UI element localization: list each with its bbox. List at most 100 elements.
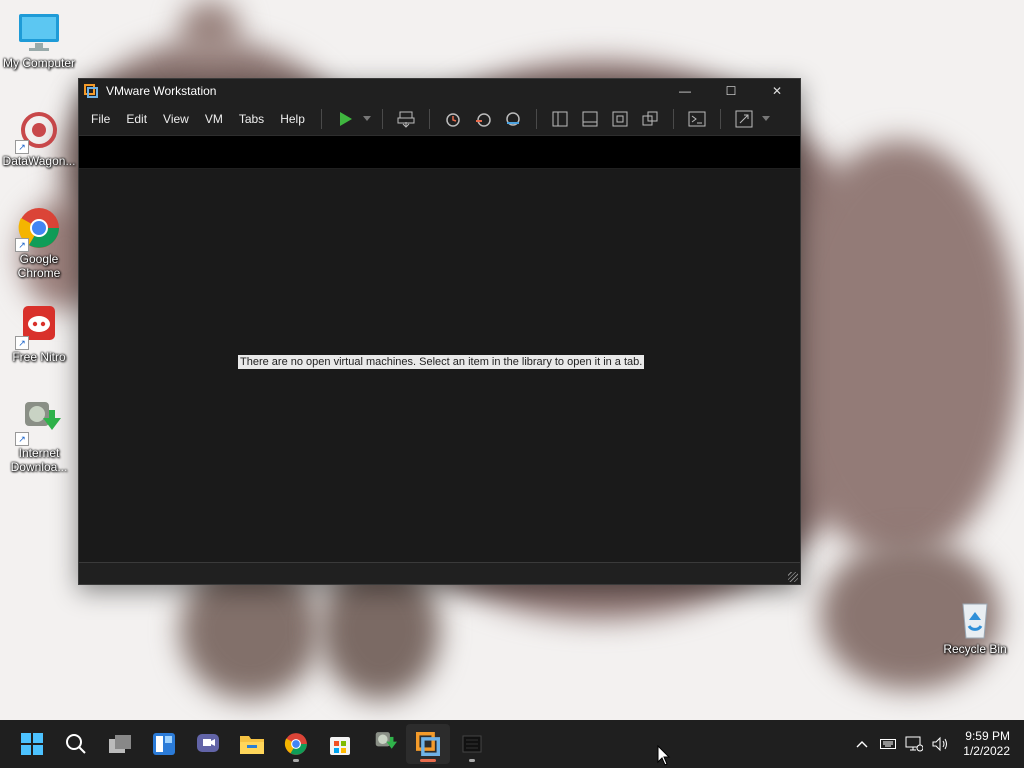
network-icon [905, 736, 924, 752]
recycle-bin-icon [953, 596, 997, 640]
unity-icon [642, 111, 658, 126]
running-indicator [469, 759, 475, 762]
task-view-icon [109, 735, 131, 753]
window-titlebar[interactable]: VMware Workstation — ☐ ✕ [79, 79, 800, 103]
blank-app-taskbar-button[interactable] [450, 724, 494, 764]
send-ctrl-alt-del-button[interactable] [391, 106, 421, 132]
chrome-icon [284, 733, 307, 755]
active-indicator [420, 759, 436, 762]
empty-state-message: There are no open virtual machines. Sele… [238, 355, 645, 369]
clock-date: 1/2/2022 [963, 744, 1010, 758]
file-explorer-button[interactable] [230, 724, 274, 764]
close-button[interactable]: ✕ [754, 79, 800, 103]
power-on-button[interactable] [330, 106, 360, 132]
show-library-button[interactable] [545, 106, 575, 132]
menu-help[interactable]: Help [272, 103, 313, 135]
widgets-button[interactable] [142, 724, 186, 764]
desktop-icon-recycle-bin[interactable]: Recycle Bin [937, 596, 1013, 656]
desktop-icon-label: DataWagon... [2, 154, 76, 168]
resize-grip-icon[interactable] [788, 572, 798, 582]
menu-edit[interactable]: Edit [118, 103, 155, 135]
network-button[interactable] [901, 736, 927, 752]
desktop-icon-internet-download-manager[interactable]: ↗ Internet Downloa... [1, 400, 77, 474]
snapshot-clock-icon [446, 113, 460, 127]
task-view-button[interactable] [98, 724, 142, 764]
vmware-icon [416, 732, 440, 756]
chrome-icon: ↗ [15, 206, 61, 252]
app-window-icon [462, 735, 482, 753]
store-icon [330, 737, 350, 755]
minimize-button[interactable]: — [662, 79, 708, 103]
widgets-icon [153, 733, 175, 755]
take-snapshot-button[interactable] [438, 106, 468, 132]
revert-snapshot-icon [475, 113, 491, 127]
toolbar-separator [719, 109, 721, 129]
chevron-down-icon [761, 116, 770, 121]
keyboard-icon [880, 739, 897, 749]
play-icon [339, 112, 352, 126]
unity-button[interactable] [635, 106, 665, 132]
monitor-icon [17, 10, 61, 54]
shortcut-arrow-icon: ↗ [15, 336, 29, 350]
menu-file[interactable]: File [79, 103, 118, 135]
teams-chat-button[interactable] [186, 724, 230, 764]
show-thumbnail-bar-button[interactable] [575, 106, 605, 132]
keyboard-button[interactable] [875, 738, 901, 750]
maximize-button[interactable]: ☐ [708, 79, 754, 103]
internet-download-manager-icon: ↗ [15, 400, 61, 446]
system-tray: 9:59 PM 1/2/2022 [849, 720, 1024, 768]
desktop-icon-label: Free Nitro [12, 350, 66, 364]
taskbar: 9:59 PM 1/2/2022 [0, 720, 1024, 768]
folder-icon [240, 736, 264, 754]
menu-view[interactable]: View [155, 103, 197, 135]
thumbnail-bar-icon [582, 111, 598, 127]
stretch-guest-button[interactable] [729, 106, 759, 132]
shortcut-arrow-icon: ↗ [15, 140, 29, 154]
volume-button[interactable] [927, 736, 953, 752]
console-view-button[interactable] [682, 106, 712, 132]
taskbar-search-button[interactable] [54, 724, 98, 764]
chrome-taskbar-button[interactable] [274, 724, 318, 764]
status-bar [79, 562, 800, 584]
vmware-icon [84, 84, 98, 98]
revert-snapshot-button[interactable] [468, 106, 498, 132]
discord-icon: ↗ [15, 304, 61, 350]
shortcut-arrow-icon: ↗ [15, 432, 29, 446]
desktop-icon-datawagon[interactable]: ↗ DataWagon... [1, 108, 77, 168]
desktop-icon-label: Google Chrome [17, 252, 61, 280]
search-icon [66, 734, 86, 754]
vmware-workstation-window: VMware Workstation — ☐ ✕ File Edit View … [78, 78, 801, 585]
menu-tabs[interactable]: Tabs [231, 103, 272, 135]
desktop-icon-label: My Computer [2, 56, 76, 70]
chevron-up-icon [856, 741, 868, 748]
vmware-workstation-taskbar-button[interactable] [406, 724, 450, 764]
toolbar-separator [672, 109, 674, 129]
snapshot-manager-button[interactable] [498, 106, 528, 132]
toolbar-separator [428, 109, 430, 129]
toolbar-separator [535, 109, 537, 129]
send-keys-icon [397, 111, 415, 128]
toolbar-separator [381, 109, 383, 129]
window-title: VMware Workstation [106, 84, 217, 98]
full-screen-icon [612, 111, 628, 127]
power-dropdown-button[interactable] [360, 106, 374, 132]
desktop-icon-my-computer[interactable]: My Computer [1, 10, 77, 70]
show-hidden-icons-button[interactable] [849, 740, 875, 748]
desktop-icon-google-chrome[interactable]: ↗ Google Chrome [1, 206, 77, 280]
vm-content-area: There are no open virtual machines. Sele… [79, 169, 800, 563]
start-button[interactable] [10, 724, 54, 764]
menu-vm[interactable]: VM [197, 103, 231, 135]
menu-toolbar: File Edit View VM Tabs Help [79, 103, 800, 136]
internet-download-manager-taskbar-button[interactable] [362, 724, 406, 764]
desktop-icon-free-nitro[interactable]: ↗ Free Nitro [1, 304, 77, 364]
speaker-icon [932, 736, 948, 752]
stretch-dropdown-button[interactable] [759, 106, 773, 132]
taskbar-clock[interactable]: 9:59 PM 1/2/2022 [963, 729, 1010, 759]
chevron-down-icon [362, 116, 371, 121]
clock-time: 9:59 PM [965, 729, 1010, 743]
running-indicator [293, 759, 299, 762]
terminal-icon [688, 111, 706, 127]
full-screen-button[interactable] [605, 106, 635, 132]
windows-logo-icon [21, 733, 43, 755]
microsoft-store-button[interactable] [318, 724, 362, 764]
